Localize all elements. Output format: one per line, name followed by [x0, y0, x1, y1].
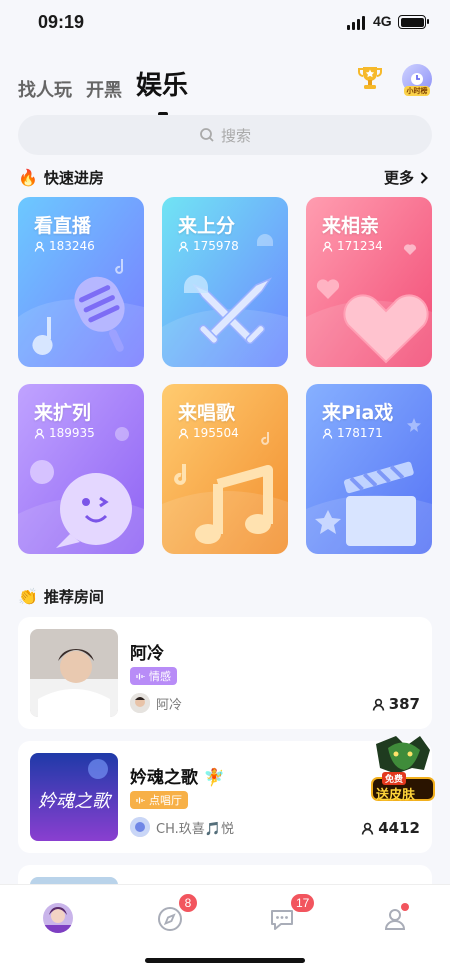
room-host: CH.玖喜🎵悦: [130, 817, 234, 837]
search-placeholder: 搜索: [220, 126, 251, 145]
user-icon: [322, 241, 333, 252]
top-tabs: 找人玩 开黑 娱乐: [18, 62, 188, 116]
tab-gaming[interactable]: 开黑: [86, 76, 122, 102]
network-label: 4G: [373, 13, 392, 29]
messages-badge: 17: [290, 893, 316, 913]
room-name: 妗魂之歌 🧚: [130, 768, 226, 788]
more-label: 更多: [384, 169, 415, 187]
card-count-value: 189935: [49, 426, 95, 440]
status-time: 09:19: [38, 12, 85, 32]
signal-icon: [347, 16, 365, 30]
free-skin-promo[interactable]: 免费 送皮肤: [366, 732, 440, 806]
card-count-value: 183246: [49, 239, 95, 253]
user-icon: [322, 428, 333, 439]
room-count-value: 4412: [378, 819, 420, 837]
quick-room-drama[interactable]: 来Pia戏 178171: [306, 384, 432, 554]
card-title: 来Pia戏: [322, 402, 394, 424]
svg-text:妗魂之歌: 妗魂之歌: [38, 791, 113, 812]
hourly-rank-button[interactable]: 小时榜: [402, 64, 432, 96]
quick-section-label: 快速进房: [43, 169, 104, 187]
card-count: 189935: [34, 426, 95, 440]
card-count-value: 171234: [337, 239, 383, 253]
tab-find-players[interactable]: 找人玩: [18, 76, 72, 102]
clap-icon: 👏: [18, 587, 38, 606]
card-count: 183246: [34, 239, 95, 253]
hourly-rank-label: 小时榜: [404, 86, 430, 96]
quick-section-title: 🔥 快速进房: [18, 167, 104, 188]
home-indicator: [145, 958, 305, 963]
room-host: 阿冷: [130, 693, 182, 713]
room-tag-label: 点唱厅: [149, 794, 182, 807]
quick-room-rank[interactable]: 来上分 175978: [162, 197, 288, 367]
tab-home[interactable]: [43, 903, 73, 933]
card-count: 175978: [178, 239, 239, 253]
card-title: 来上分: [178, 215, 236, 237]
card-count: 171234: [322, 239, 383, 253]
quick-room-friends[interactable]: 来扩列 189935: [18, 384, 144, 554]
search-input[interactable]: 搜索: [18, 115, 432, 155]
user-icon: [34, 428, 45, 439]
card-title: 看直播: [34, 215, 92, 237]
promo-skin-label: 送皮肤: [376, 788, 416, 803]
more-link[interactable]: 更多: [384, 167, 428, 188]
room-online-count: 387: [372, 695, 420, 713]
card-count-value: 175978: [193, 239, 239, 253]
home-avatar-icon: [43, 903, 73, 933]
card-title: 来唱歌: [178, 402, 236, 424]
status-bar: 09:19 4G: [0, 0, 450, 46]
search-icon: [200, 128, 214, 142]
room-tag: 点唱厅: [130, 791, 188, 809]
room-tag-label: 情感: [149, 670, 171, 683]
tab-entertainment[interactable]: 娱乐: [136, 65, 188, 116]
user-icon: [362, 822, 374, 835]
chevron-right-icon: [420, 171, 428, 184]
card-count-value: 195504: [193, 426, 239, 440]
fire-icon: 🔥: [18, 168, 38, 187]
clock-icon: [411, 73, 423, 85]
user-icon: [34, 241, 45, 252]
card-title: 来相亲: [322, 215, 380, 237]
user-icon: [372, 698, 384, 711]
sound-wave-icon: [136, 673, 145, 679]
card-count: 178171: [322, 426, 383, 440]
room-tag: 情感: [130, 667, 177, 685]
sound-wave-icon: [136, 797, 145, 803]
user-icon: [178, 428, 189, 439]
room-count-value: 387: [388, 695, 420, 713]
quick-room-live[interactable]: 看直播 183246: [18, 197, 144, 367]
profile-dot-badge: [401, 903, 409, 911]
recommend-section-title: 👏 推荐房间: [18, 586, 104, 607]
card-count: 195504: [178, 426, 239, 440]
avatar: [130, 817, 150, 837]
room-cover-image: [30, 629, 118, 717]
user-icon: [178, 241, 189, 252]
battery-icon: [398, 15, 429, 29]
room-online-count: 4412: [361, 819, 420, 837]
quick-room-dating[interactable]: 来相亲 171234: [306, 197, 432, 367]
card-title: 来扩列: [34, 402, 92, 424]
room-name: 阿冷: [130, 644, 164, 664]
host-name: CH.玖喜🎵悦: [156, 821, 234, 837]
discover-badge: 8: [178, 893, 198, 913]
host-name: 阿冷: [156, 697, 183, 713]
quick-room-singing[interactable]: 来唱歌 195504: [162, 384, 288, 554]
room-card[interactable]: 阿冷 情感 阿冷 387: [18, 617, 432, 729]
room-cover-image: 妗魂之歌: [30, 753, 118, 841]
trophy-icon[interactable]: [356, 64, 384, 92]
avatar: [130, 693, 150, 713]
card-count-value: 178171: [337, 426, 383, 440]
recommend-section-label: 推荐房间: [43, 588, 104, 606]
